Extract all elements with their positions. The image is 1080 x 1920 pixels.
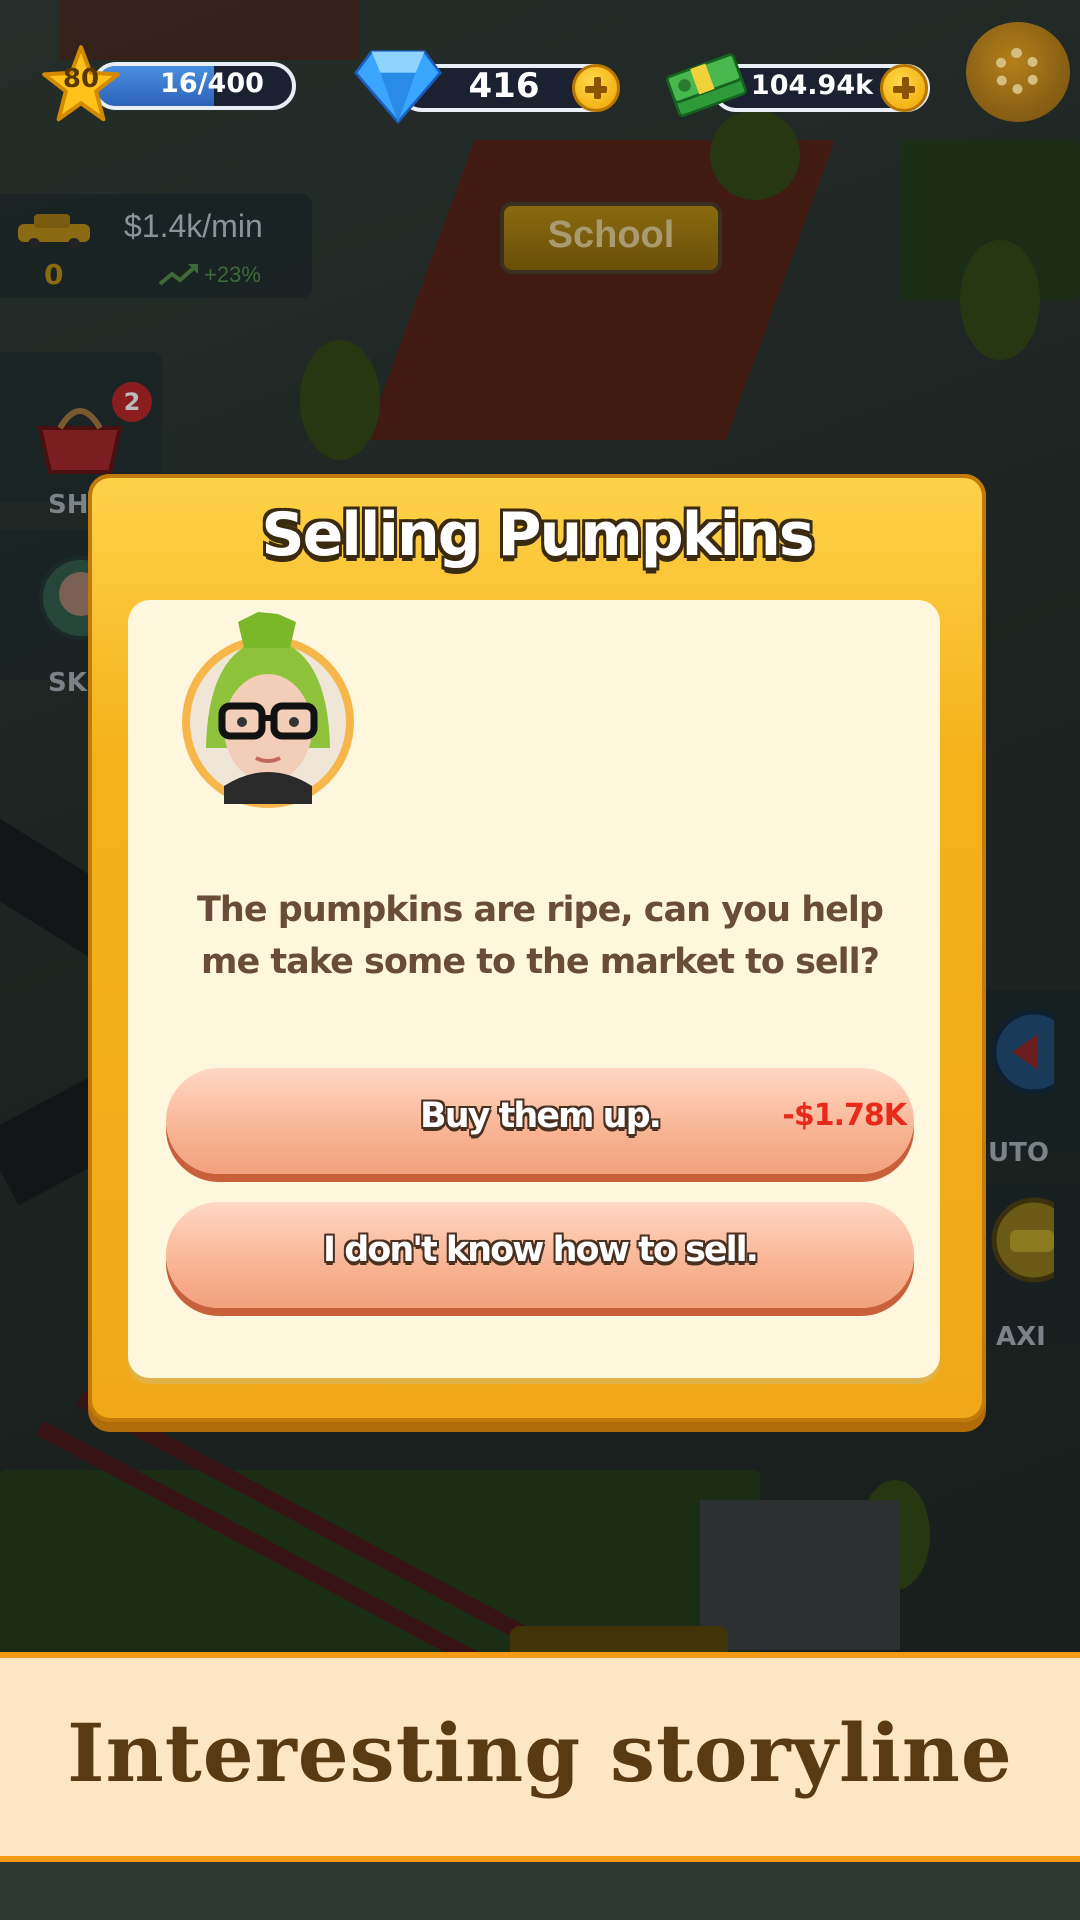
shop-notification-badge: 2: [112, 382, 152, 422]
cash-stack-icon: [666, 53, 747, 117]
gem-count: 416: [468, 66, 540, 106]
npc-avatar: [182, 612, 354, 808]
taxi-count: 0: [44, 258, 64, 291]
taxi-icon: [18, 214, 90, 250]
diamond-icon: [354, 50, 442, 124]
auto-label: UTO: [988, 1138, 1049, 1168]
bottom-background: [0, 1862, 1080, 1920]
level-number: 80: [62, 64, 100, 94]
dialog-message: The pumpkins are ripe, can you help me t…: [197, 890, 884, 982]
income-rate: $1.4k/min: [124, 208, 263, 244]
taxi-label: AXI: [996, 1322, 1046, 1352]
income-change: +23%: [204, 262, 261, 287]
trend-up-icon: [158, 264, 198, 286]
settings-button[interactable]: [966, 22, 1070, 122]
cash-amount: 104.94k: [750, 70, 874, 101]
dont-know-how-to-sell-button[interactable]: I don't know how to sell.: [166, 1202, 914, 1308]
building-sign-label: School: [547, 214, 675, 256]
add-gems-button[interactable]: [572, 64, 620, 112]
xp-text: 16/400: [160, 68, 264, 99]
dialog-title: Selling Pumpkins: [261, 500, 814, 570]
gear-icon: [994, 48, 1040, 94]
taxi-car-icon: [991, 1197, 1054, 1283]
choice-cost: -$1.78K: [782, 1098, 907, 1133]
buy-them-up-button[interactable]: Buy them up. -$1.78K: [166, 1068, 914, 1174]
promo-banner-text: Interesting storyline: [67, 1706, 1013, 1800]
auto-icon: [991, 1009, 1054, 1095]
add-cash-button[interactable]: [880, 64, 928, 112]
choice-label: I don't know how to sell.: [323, 1230, 759, 1270]
